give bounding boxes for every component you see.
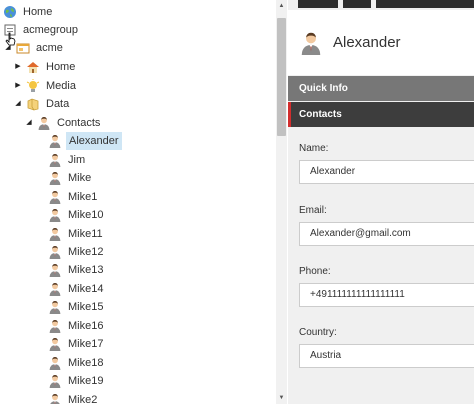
tree-item-label: Mike15	[68, 301, 104, 313]
scroll-thumb[interactable]	[277, 18, 286, 136]
editor-tab-strip	[288, 0, 474, 10]
section-quick-info[interactable]: Quick Info	[288, 76, 474, 101]
name-field[interactable]: Alexander	[299, 160, 474, 184]
person-icon	[48, 227, 62, 241]
globe-icon	[3, 5, 17, 19]
person-icon	[48, 190, 62, 204]
expand-arrow-icon[interactable]: ◢	[3, 43, 13, 53]
item-header: Alexander	[288, 10, 474, 75]
editor-tab[interactable]	[376, 0, 474, 8]
person-icon	[48, 208, 62, 222]
tree-item-label: Home	[23, 6, 53, 18]
tree-item-label: acmegroup	[23, 24, 79, 36]
media-icon	[26, 79, 40, 93]
tree-item-label: Jim	[68, 154, 86, 166]
tree-item-label: Home	[46, 61, 76, 73]
person-icon	[48, 153, 62, 167]
tree-item-label: Mike12	[68, 246, 104, 258]
email-label: Email:	[299, 205, 327, 216]
tree-item-media[interactable]: ▶ Media	[13, 78, 78, 94]
tree-item-label: Mike1	[68, 191, 98, 203]
tree-item-label: Mike17	[68, 338, 104, 350]
person-icon	[48, 134, 62, 148]
tree-item-data[interactable]: ◢ Data	[13, 96, 71, 112]
expand-arrow-icon[interactable]: ◢	[24, 118, 34, 128]
scroll-down-arrow-icon[interactable]: ▼	[276, 392, 287, 404]
email-field[interactable]: Alexander@gmail.com	[299, 222, 474, 246]
tree-item-label: Mike19	[68, 375, 104, 387]
editor-tab[interactable]	[343, 0, 371, 8]
tree-item-label: Mike2	[68, 394, 98, 404]
tree-item-label: Mike14	[68, 283, 104, 295]
tree-item-label: Alexander	[66, 132, 122, 150]
tree-item-home-root[interactable]: Home	[3, 4, 54, 20]
phone-label: Phone:	[299, 266, 331, 277]
tree-item-mike15[interactable]: Mike15	[48, 299, 105, 315]
tree-scrollbar[interactable]: ▲ ▼	[276, 0, 287, 404]
phone-field[interactable]: +491111111111111111	[299, 283, 474, 307]
tree-item-label: Mike	[68, 172, 92, 184]
person-icon	[48, 263, 62, 277]
person-icon	[48, 319, 62, 333]
tree-item-mike14[interactable]: Mike14	[48, 281, 105, 297]
tree-item-label: Mike16	[68, 320, 104, 332]
person-icon	[48, 300, 62, 314]
content-tree: Home acmegroup ◢ acme ▶ Home ▶ Media ◢ D…	[0, 0, 276, 404]
contact-form: Name: Alexander Email: Alexander@gmail.c…	[288, 128, 474, 404]
tree-item-mike11[interactable]: Mike11	[48, 226, 105, 242]
tree-item-mike12[interactable]: Mike12	[48, 244, 105, 260]
tree-item-label: acme	[36, 42, 63, 54]
person-icon	[48, 337, 62, 351]
collapse-arrow-icon[interactable]: ▶	[13, 62, 23, 72]
item-title: Alexander	[333, 34, 401, 51]
collapse-arrow-icon[interactable]: ▶	[13, 81, 23, 91]
section-contacts[interactable]: Contacts	[288, 102, 474, 127]
tree-item-label: Media	[46, 80, 76, 92]
tree-item-mike10[interactable]: Mike10	[48, 207, 105, 223]
scroll-up-arrow-icon[interactable]: ▲	[276, 0, 287, 12]
tree-item-mike18[interactable]: Mike18	[48, 355, 105, 371]
person-icon	[48, 393, 62, 404]
house-icon	[26, 60, 40, 74]
item-editor: Alexander Quick Info Contacts Name: Alex…	[288, 0, 474, 404]
data-icon	[26, 97, 40, 111]
person-icon	[48, 282, 62, 296]
tree-item-mike1[interactable]: Mike1	[48, 189, 99, 205]
tree-item-label: Mike13	[68, 264, 104, 276]
tree-item-mike19[interactable]: Mike19	[48, 373, 105, 389]
tree-item-label: Mike10	[68, 209, 104, 221]
person-icon	[48, 245, 62, 259]
tree-item-mike[interactable]: Mike	[48, 170, 93, 186]
tree-item-label: Mike11	[68, 228, 103, 240]
editor-tab[interactable]	[298, 0, 338, 8]
tree-item-alexander[interactable]: Alexander	[48, 132, 122, 150]
site-icon	[16, 41, 30, 55]
tree-item-label: Mike18	[68, 357, 104, 369]
name-label: Name:	[299, 143, 329, 154]
person-icon	[48, 356, 62, 370]
tree-item-jim[interactable]: Jim	[48, 152, 87, 168]
country-label: Country:	[299, 327, 337, 338]
person-icon	[299, 31, 323, 55]
tree-item-mike17[interactable]: Mike17	[48, 336, 105, 352]
tree-item-label: Contacts	[57, 117, 101, 129]
expand-arrow-icon[interactable]: ◢	[13, 99, 23, 109]
tree-item-mike2[interactable]: Mike2	[48, 392, 99, 404]
tree-item-mike13[interactable]: Mike13	[48, 262, 105, 278]
tree-item-home[interactable]: ▶ Home	[13, 59, 77, 75]
person-icon	[48, 171, 62, 185]
person-icon	[48, 374, 62, 388]
tree-item-contacts[interactable]: ◢ Contacts	[24, 115, 102, 131]
tree-item-label: Data	[46, 98, 70, 110]
person-icon	[37, 116, 51, 130]
tree-item-mike16[interactable]: Mike16	[48, 318, 105, 334]
tree-item-acme[interactable]: ◢ acme	[3, 40, 65, 56]
country-field[interactable]: Austria	[299, 344, 474, 368]
